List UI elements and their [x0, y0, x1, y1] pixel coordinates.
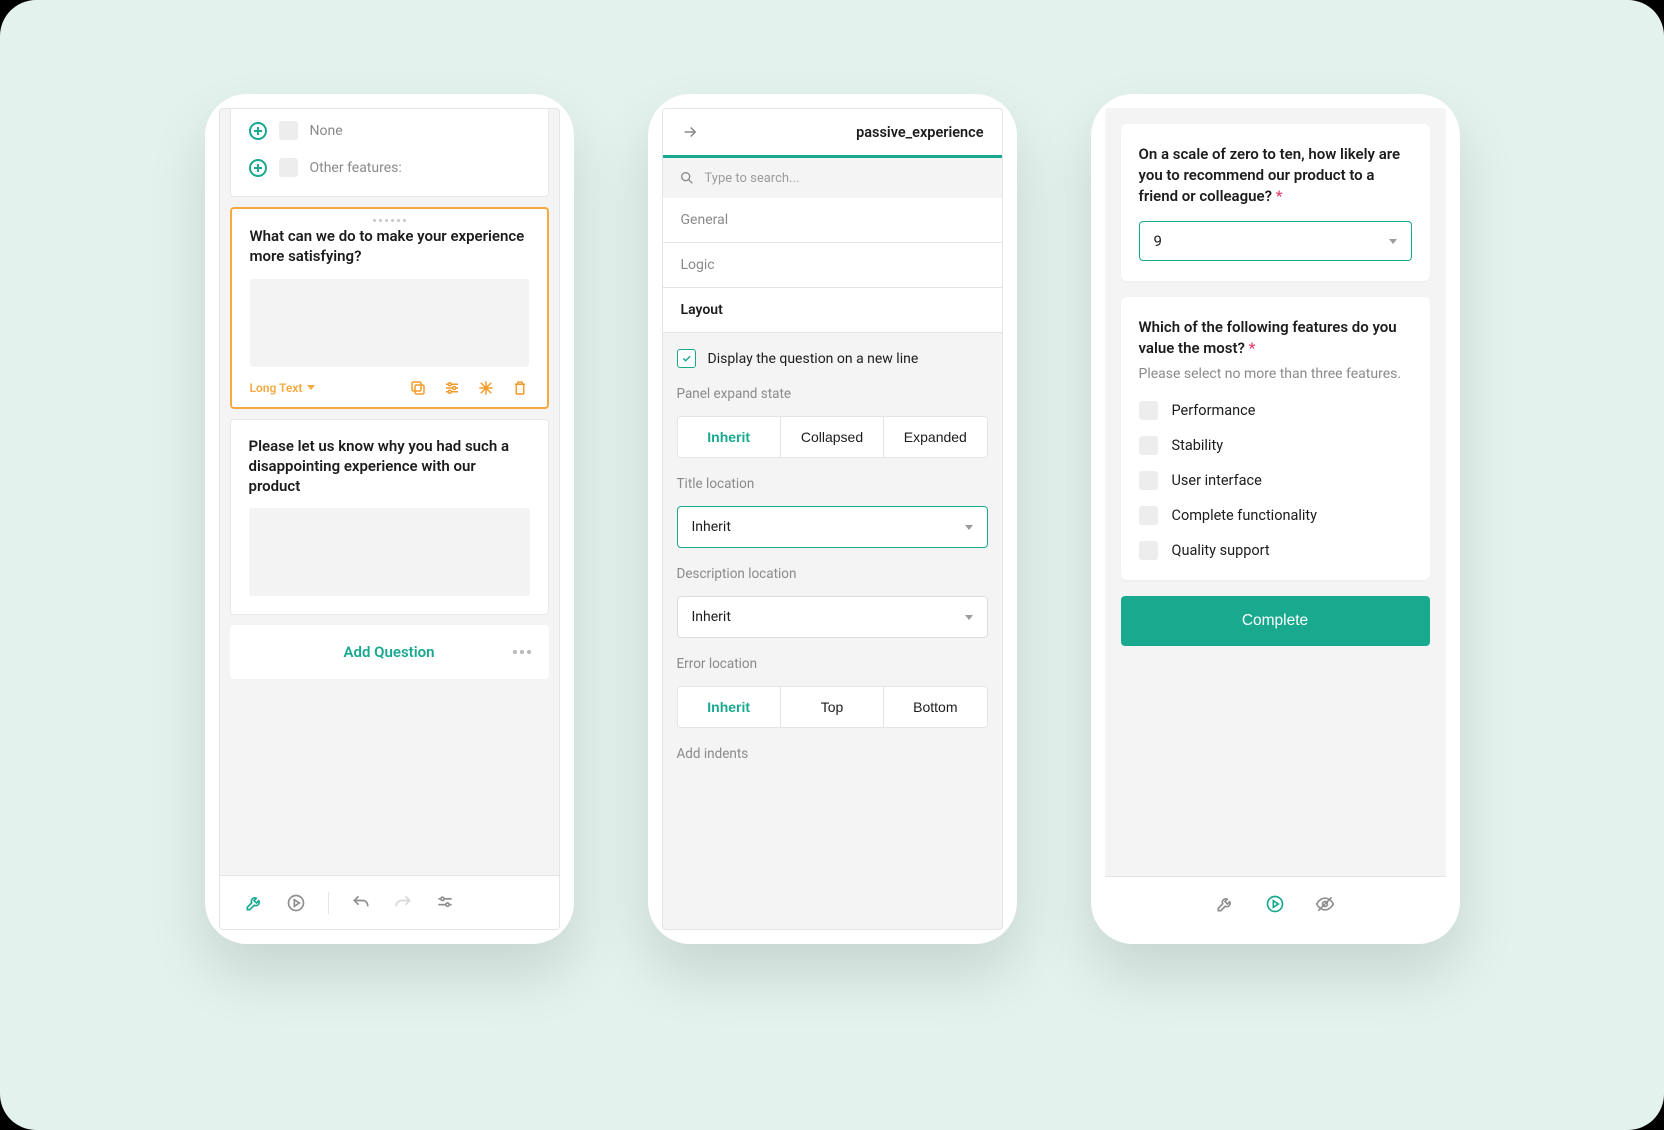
required-asterisk: * — [1276, 187, 1283, 205]
required-asterisk: * — [1249, 339, 1256, 357]
tab-logic[interactable]: Logic — [663, 243, 1002, 288]
phone-preview: On a scale of zero to ten, how likely ar… — [1091, 94, 1460, 944]
wrench-icon[interactable] — [1215, 894, 1235, 914]
seg-inherit[interactable]: Inherit — [678, 417, 780, 457]
question-description: Please select no more than three feature… — [1139, 365, 1412, 385]
long-text-input[interactable] — [250, 279, 529, 367]
drag-handle-icon[interactable] — [250, 219, 529, 222]
checkbox-icon — [1139, 401, 1158, 420]
required-icon[interactable] — [477, 379, 495, 397]
title-location-label: Title location — [677, 476, 988, 492]
add-option-none[interactable]: None — [249, 112, 530, 149]
plus-circle-icon — [249, 122, 267, 140]
collapse-icon[interactable] — [681, 123, 699, 141]
feature-option[interactable]: Performance — [1139, 401, 1412, 420]
preview-question-nps: On a scale of zero to ten, how likely ar… — [1121, 124, 1430, 281]
seg-expanded[interactable]: Expanded — [883, 417, 986, 457]
question-card[interactable]: Please let us know why you had such a di… — [230, 419, 549, 616]
title-location-dropdown[interactable]: Inherit — [677, 506, 988, 548]
panel-header: passive_experience — [663, 109, 1002, 158]
redo-icon[interactable] — [393, 893, 413, 913]
chevron-down-icon — [965, 525, 973, 530]
nps-select[interactable]: 9 — [1139, 221, 1412, 261]
wrench-icon[interactable] — [244, 893, 264, 913]
question-card-selected[interactable]: What can we do to make your experience m… — [230, 207, 549, 409]
feature-option[interactable]: User interface — [1139, 471, 1412, 490]
settings-icon[interactable] — [443, 379, 461, 397]
checkbox-icon — [1139, 471, 1158, 490]
question-title: Please let us know why you had such a di… — [249, 436, 530, 497]
feature-option[interactable]: Stability — [1139, 436, 1412, 455]
question-title: Which of the following features do you v… — [1139, 317, 1412, 359]
long-text-input[interactable] — [249, 508, 530, 596]
checkbox-icon — [279, 121, 298, 140]
option-label: Other features: — [310, 160, 402, 176]
eye-off-icon[interactable] — [1315, 894, 1335, 914]
checkbox-icon — [279, 158, 298, 177]
feature-option[interactable]: Quality support — [1139, 541, 1412, 560]
search-icon — [679, 170, 695, 186]
checkbox-checked-icon — [677, 349, 696, 368]
tab-general[interactable]: General — [663, 198, 1002, 243]
error-location-segmented[interactable]: Inherit Top Bottom — [677, 686, 988, 728]
checkbox-icon — [1139, 541, 1158, 560]
panel-expand-segmented[interactable]: Inherit Collapsed Expanded — [677, 416, 988, 458]
chevron-down-icon — [965, 615, 973, 620]
preview-question-features: Which of the following features do you v… — [1121, 297, 1430, 580]
phone-designer: None Other features: What can we do to m… — [205, 94, 574, 944]
add-indents-label: Add indents — [677, 746, 988, 762]
preview-toolbar — [1105, 876, 1446, 930]
tab-layout[interactable]: Layout — [663, 288, 1002, 333]
question-options-card[interactable]: None Other features: — [230, 109, 549, 197]
add-question-button[interactable]: Add Question — [230, 625, 549, 679]
checkbox-icon — [1139, 436, 1158, 455]
seg-inherit[interactable]: Inherit — [678, 687, 780, 727]
search-placeholder: Type to search... — [705, 171, 800, 186]
search-input[interactable]: Type to search... — [663, 158, 1002, 198]
description-location-label: Description location — [677, 566, 988, 582]
duplicate-icon[interactable] — [409, 379, 427, 397]
delete-icon[interactable] — [511, 379, 529, 397]
seg-bottom[interactable]: Bottom — [883, 687, 986, 727]
error-location-label: Error location — [677, 656, 988, 672]
chevron-down-icon — [307, 385, 315, 390]
question-title[interactable]: What can we do to make your experience m… — [250, 226, 529, 267]
complete-button[interactable]: Complete — [1121, 596, 1430, 646]
option-label: None — [310, 123, 343, 139]
question-title: On a scale of zero to ten, how likely ar… — [1139, 144, 1412, 207]
play-circle-icon[interactable] — [1265, 894, 1285, 914]
feature-option[interactable]: Complete functionality — [1139, 506, 1412, 525]
play-circle-icon[interactable] — [286, 893, 306, 913]
seg-collapsed[interactable]: Collapsed — [780, 417, 883, 457]
plus-circle-icon — [249, 159, 267, 177]
panel-title: passive_experience — [856, 124, 983, 141]
display-newline-checkbox[interactable]: Display the question on a new line — [677, 349, 988, 368]
panel-expand-label: Panel expand state — [677, 386, 988, 402]
question-type-dropdown[interactable]: Long Text — [250, 381, 316, 395]
checkbox-icon — [1139, 506, 1158, 525]
undo-icon[interactable] — [351, 893, 371, 913]
chevron-down-icon — [1389, 239, 1397, 244]
add-option-other[interactable]: Other features: — [249, 149, 530, 186]
separator — [328, 892, 329, 914]
phone-properties: passive_experience Type to search... Gen… — [648, 94, 1017, 944]
description-location-dropdown[interactable]: Inherit — [677, 596, 988, 638]
sliders-icon[interactable] — [435, 893, 455, 913]
bottom-toolbar — [220, 875, 559, 929]
seg-top[interactable]: Top — [780, 687, 883, 727]
more-icon[interactable] — [513, 650, 531, 654]
